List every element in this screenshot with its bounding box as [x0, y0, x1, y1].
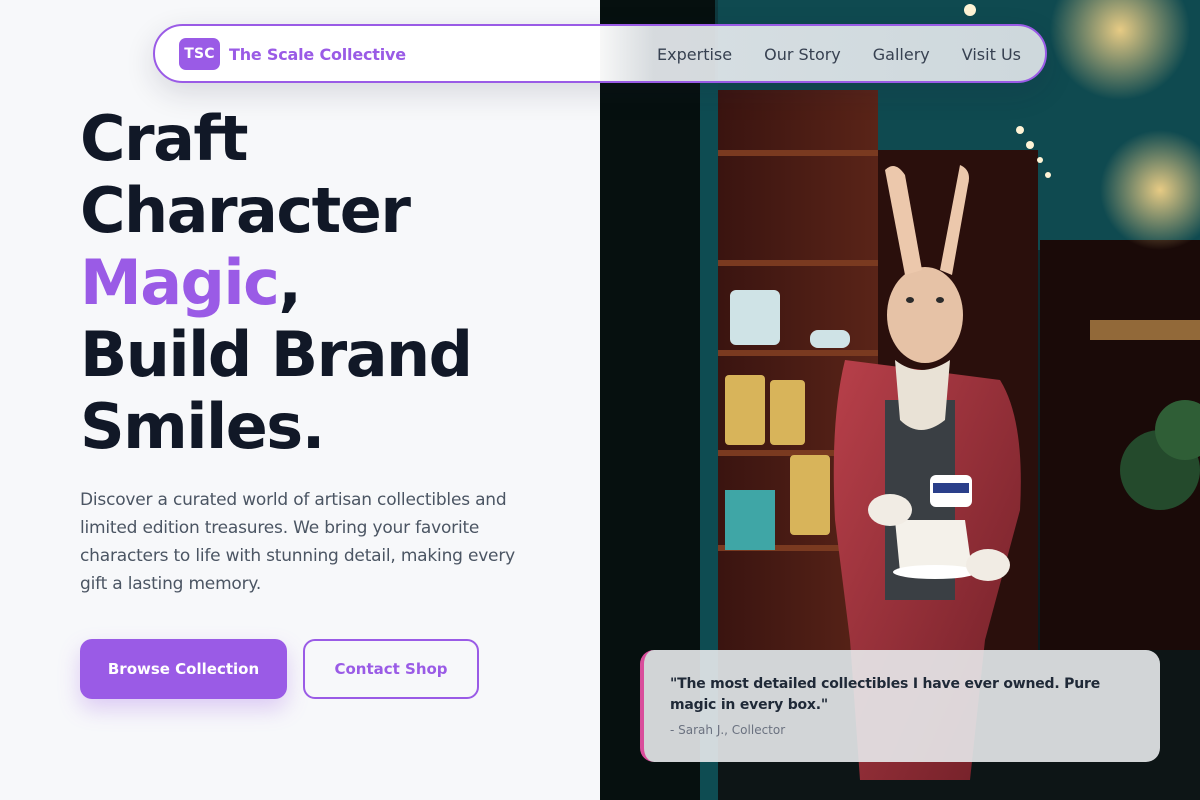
browse-collection-button[interactable]: Browse Collection: [80, 639, 287, 699]
nav-link-visit-us[interactable]: Visit Us: [962, 45, 1021, 64]
headline-line-4: Build Brand: [80, 318, 473, 391]
nav-link-gallery[interactable]: Gallery: [873, 45, 930, 64]
logo-badge[interactable]: TSC: [179, 38, 220, 70]
nav-link-our-story[interactable]: Our Story: [764, 45, 841, 64]
hero-subtext: Discover a curated world of artisan coll…: [80, 490, 515, 594]
nav-links: Expertise Our Story Gallery Visit Us: [657, 45, 1021, 64]
headline-line-5: Smiles.: [80, 390, 325, 463]
headline-accent-punct: ,: [278, 246, 302, 319]
hero-headline: Craft Character Magic, Build Brand Smile…: [80, 103, 600, 463]
brand-name[interactable]: The Scale Collective: [229, 45, 406, 64]
nav-link-expertise[interactable]: Expertise: [657, 45, 732, 64]
testimonial-card: "The most detailed collectibles I have e…: [640, 650, 1160, 762]
testimonial-author: - Sarah J., Collector: [670, 723, 786, 737]
headline-accent-word: Magic: [80, 246, 280, 319]
contact-shop-button[interactable]: Contact Shop: [303, 639, 479, 699]
top-navigation: TSC The Scale Collective Expertise Our S…: [153, 24, 1047, 83]
headline-line-3: Magic,: [80, 247, 600, 319]
headline-line-1: Craft: [80, 102, 249, 175]
headline-line-2: Character: [80, 174, 411, 247]
testimonial-quote: "The most detailed collectibles I have e…: [670, 676, 1100, 713]
